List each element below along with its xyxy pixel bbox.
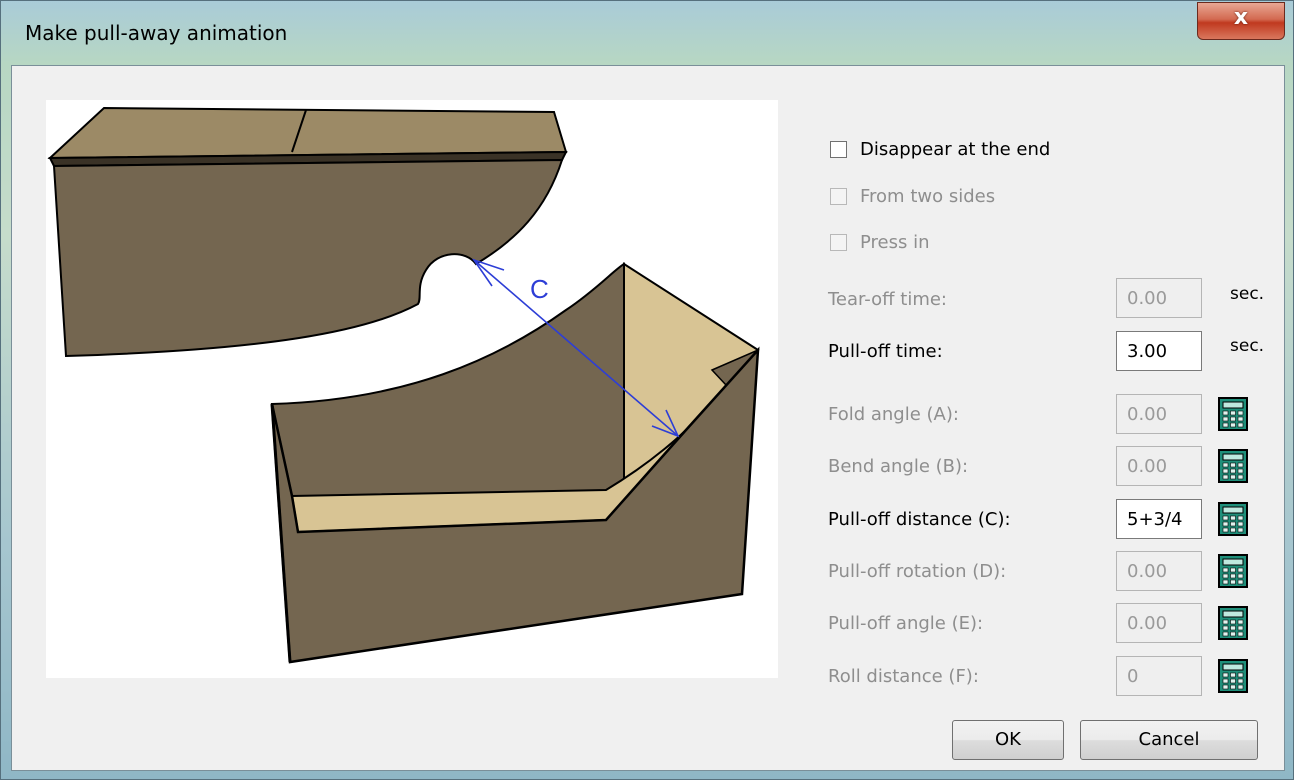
tear-off-time-label: Tear-off time: (828, 289, 947, 310)
roll-distance-calculator-icon[interactable] (1218, 659, 1248, 693)
roll-distance-label: Roll distance (F): (828, 666, 979, 687)
pull-off-angle-label: Pull-off angle (E): (828, 613, 984, 634)
press-in-label: Press in (860, 231, 930, 253)
roll-distance-input[interactable]: 0 (1116, 656, 1202, 696)
pull-off-time-label: Pull-off time: (828, 341, 943, 362)
bend-angle-calculator-icon[interactable] (1218, 449, 1248, 483)
close-icon: x (1233, 5, 1249, 30)
fold-angle-label: Fold angle (A): (828, 404, 959, 425)
from-two-sides-option[interactable]: From two sides (830, 181, 995, 211)
press-in-option[interactable]: Press in (830, 227, 930, 257)
disappear-at-end-label: Disappear at the end (860, 138, 1051, 160)
cardboard-diagram: C (47, 106, 760, 664)
title-bar[interactable]: Make pull-away animation x (1, 1, 1294, 67)
pull-off-angle-input[interactable]: 0.00 (1116, 603, 1202, 643)
disappear-at-end-option[interactable]: Disappear at the end (830, 134, 1050, 164)
dialog-title: Make pull-away animation (25, 21, 288, 45)
press-in-checkbox[interactable] (830, 233, 847, 251)
dimension-label-c: C (530, 274, 549, 304)
upper-piece-front (52, 158, 564, 358)
pull-off-rotation-label: Pull-off rotation (D): (828, 561, 1007, 582)
dialog-body: C Disappear at the end From two sides Pr… (11, 65, 1285, 771)
dialog-window: Make pull-away animation x C Disappear a… (0, 0, 1294, 780)
pull-off-rotation-input[interactable]: 0.00 (1116, 551, 1202, 591)
fold-angle-calculator-icon[interactable] (1218, 397, 1248, 431)
bend-angle-label: Bend angle (B): (828, 456, 969, 477)
upper-piece-top (47, 106, 568, 160)
disappear-at-end-checkbox[interactable] (830, 140, 847, 158)
pull-away-illustration: C (46, 100, 778, 678)
pull-off-time-input[interactable]: 3.00 (1116, 331, 1202, 371)
pull-off-distance-label: Pull-off distance (C): (828, 509, 1011, 530)
pull-off-time-unit: sec. (1230, 336, 1265, 356)
pull-off-rotation-calculator-icon[interactable] (1218, 554, 1248, 588)
tear-off-time-input[interactable]: 0.00 (1116, 278, 1202, 318)
from-two-sides-checkbox[interactable] (830, 187, 847, 205)
tear-off-time-unit: sec. (1230, 284, 1265, 304)
from-two-sides-label: From two sides (860, 185, 996, 207)
ok-button[interactable]: OK (952, 720, 1064, 760)
pull-off-distance-calculator-icon[interactable] (1218, 502, 1248, 536)
bend-angle-input[interactable]: 0.00 (1116, 446, 1202, 486)
pull-off-distance-input[interactable]: 5+3/4 (1116, 499, 1202, 539)
cancel-button[interactable]: Cancel (1080, 720, 1258, 760)
pull-off-angle-calculator-icon[interactable] (1218, 606, 1248, 640)
fold-angle-input[interactable]: 0.00 (1116, 394, 1202, 434)
close-button[interactable]: x (1197, 2, 1285, 40)
